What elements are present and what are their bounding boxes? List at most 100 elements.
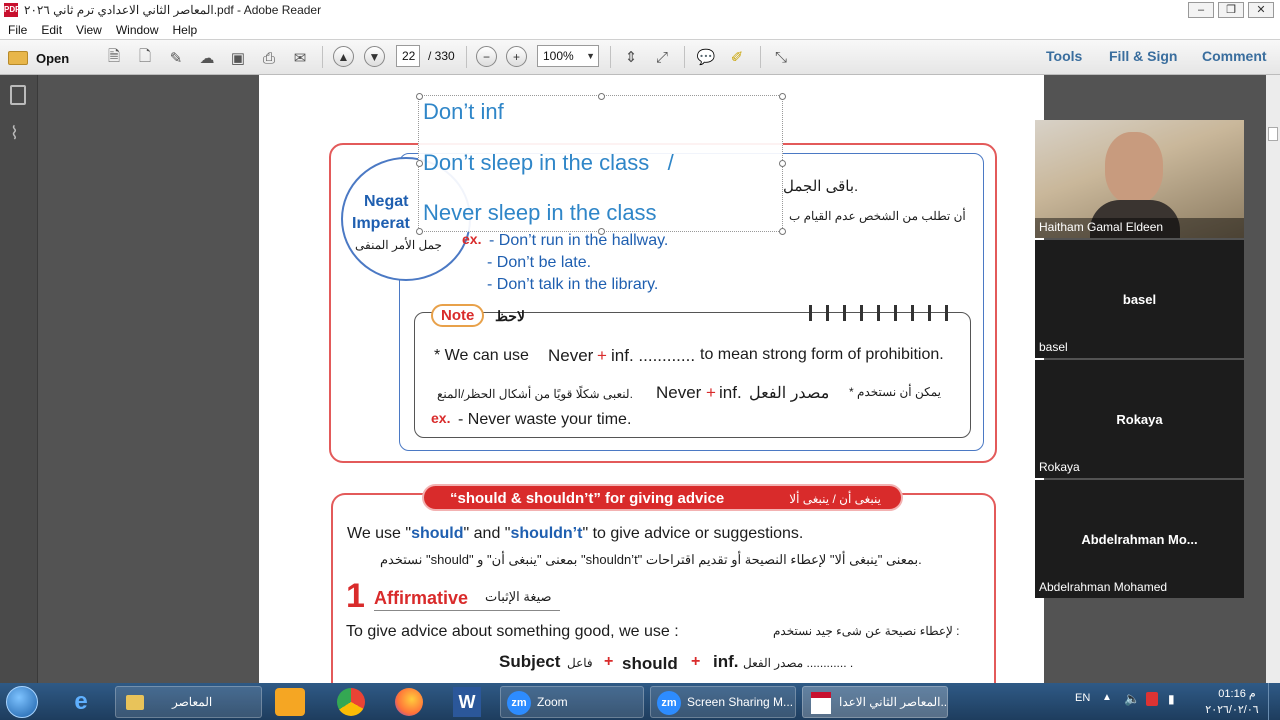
- cloud-upload-icon[interactable]: ☁: [196, 47, 218, 69]
- sticky-note-icon[interactable]: 💬: [695, 46, 717, 68]
- email-icon[interactable]: ✉: [289, 47, 311, 69]
- page-number-input[interactable]: 22: [396, 45, 420, 67]
- highlight-icon[interactable]: ✐: [726, 46, 748, 68]
- export-pdf-icon[interactable]: 🗋: [134, 47, 156, 69]
- example-1: - Don’t run in the hallway.: [489, 232, 669, 249]
- print-icon[interactable]: ⎙: [258, 47, 280, 69]
- pdf-icon: [811, 692, 831, 714]
- tray-expand-icon[interactable]: ▲: [1102, 692, 1112, 703]
- fit-width-icon[interactable]: ⤢: [651, 46, 673, 68]
- scrollbar-thumb[interactable]: [1268, 127, 1278, 141]
- participant-name: Rokaya: [1116, 412, 1163, 427]
- close-button[interactable]: ✕: [1248, 2, 1274, 18]
- resize-handle[interactable]: [779, 160, 786, 167]
- previous-page-icon[interactable]: ▲: [333, 46, 354, 67]
- zoom-select[interactable]: 100% ▼: [537, 45, 599, 67]
- show-desktop-button[interactable]: [1268, 683, 1280, 720]
- next-page-icon[interactable]: ▼: [364, 46, 385, 67]
- note-line2-arabic-1: * يمكن أن نستخدم: [849, 385, 942, 399]
- participant-name: basel: [1122, 292, 1157, 307]
- attachments-icon[interactable]: ⌇: [10, 123, 19, 144]
- taskbar-zoom[interactable]: zm Zoom: [500, 686, 644, 718]
- clock-date[interactable]: ٢٠٢٦/٠٢/٠٦: [1200, 703, 1264, 716]
- chevron-down-icon: ▼: [586, 51, 595, 61]
- notification-icon[interactable]: [1146, 692, 1158, 706]
- note-line2-inf: inf.: [719, 383, 742, 402]
- zoom-icon: zm: [507, 691, 531, 715]
- annotation-textbox[interactable]: Don’t inf Don’t sleep in the class / Nev…: [416, 93, 786, 235]
- formula-should: should: [622, 654, 678, 673]
- page-total: / 330: [428, 49, 455, 63]
- navigation-pane: ⌇: [0, 75, 38, 683]
- banner-title: “should & shouldn’t” for giving advice: [450, 490, 725, 507]
- participant-label: Haitham Gamal Eldeen: [1039, 220, 1164, 234]
- spiral-binding: [809, 305, 959, 321]
- chrome-icon[interactable]: [337, 688, 365, 716]
- menu-bar: File Edit View Window Help: [0, 20, 1280, 39]
- clock-time[interactable]: 01:16 م: [1212, 687, 1262, 700]
- participant-tile[interactable]: Haitham Gamal Eldeen: [1035, 120, 1244, 238]
- title-bar: PDF المعاصر الثاني الاعدادي ترم ثاني ٢٠٢…: [0, 0, 1280, 20]
- comment-button[interactable]: Comment: [1202, 48, 1267, 64]
- resize-handle[interactable]: [598, 228, 605, 235]
- menu-help[interactable]: Help: [173, 23, 198, 37]
- resize-handle[interactable]: [416, 160, 423, 167]
- resize-handle[interactable]: [779, 93, 786, 100]
- use-end: " to give advice or suggestions.: [582, 525, 804, 542]
- media-player-icon[interactable]: [275, 688, 305, 716]
- taskbar-screen-sharing[interactable]: zm Screen Sharing M...: [650, 686, 796, 718]
- taskbar-folder[interactable]: المعاصر: [115, 686, 262, 718]
- resize-handle[interactable]: [416, 228, 423, 235]
- example-3: - Don’t talk in the library.: [487, 276, 659, 293]
- taskbar-pdf[interactable]: المعاصر الثاني الاعدا...: [802, 686, 948, 718]
- open-button[interactable]: Open: [8, 47, 69, 69]
- zoom-out-icon[interactable]: −: [476, 46, 497, 67]
- participant-tile[interactable]: basel basel: [1035, 240, 1244, 358]
- menu-edit[interactable]: Edit: [41, 23, 62, 37]
- resize-handle[interactable]: [598, 93, 605, 100]
- menu-view[interactable]: View: [76, 23, 102, 37]
- arabic-heading: باقى الجمل.: [783, 178, 859, 195]
- language-indicator[interactable]: EN: [1075, 692, 1090, 704]
- menu-file[interactable]: File: [8, 23, 27, 37]
- fill-sign-button[interactable]: Fill & Sign: [1109, 48, 1177, 64]
- participant-tile[interactable]: Abdelrahman Mo... Abdelrahman Mohamed: [1035, 480, 1244, 598]
- note-line1-d: to mean strong form of prohibition.: [700, 346, 944, 363]
- note-example: - Never waste your time.: [458, 411, 632, 428]
- minimize-button[interactable]: –: [1188, 2, 1214, 18]
- volume-icon[interactable]: 🔈: [1124, 691, 1140, 707]
- fit-page-icon[interactable]: ⇕: [620, 46, 642, 68]
- zoom-in-icon[interactable]: +: [506, 46, 527, 67]
- expand-icon[interactable]: ⤡: [770, 46, 792, 68]
- word-icon[interactable]: W: [453, 687, 481, 717]
- note-line1-inf: inf. ............: [611, 346, 696, 365]
- participant-label: basel: [1039, 340, 1068, 354]
- participant-tile[interactable]: Rokaya Rokaya: [1035, 360, 1244, 478]
- network-icon[interactable]: ▮: [1168, 692, 1175, 706]
- start-button[interactable]: [6, 686, 38, 718]
- restore-button[interactable]: ❐: [1218, 2, 1244, 18]
- use-mid: " and ": [463, 525, 511, 542]
- note-line2-arabic-2: مصدر الفعل: [749, 385, 830, 402]
- use-shouldnt: shouldn’t: [510, 525, 583, 542]
- use-line-a: We use ": [347, 525, 412, 542]
- example-label: ex.: [462, 231, 482, 247]
- vertical-scrollbar[interactable]: [1266, 75, 1280, 683]
- resize-handle[interactable]: [416, 93, 423, 100]
- folder-icon: [8, 51, 28, 65]
- page-thumbnails-icon[interactable]: [10, 85, 26, 105]
- create-pdf-icon[interactable]: 🗎: [103, 47, 125, 69]
- note-line2-never: Never: [656, 383, 702, 402]
- note-label: Note: [431, 304, 485, 327]
- participant-label: Rokaya: [1039, 460, 1080, 474]
- section-number: 1: [346, 577, 365, 615]
- section-underline: [374, 610, 560, 611]
- firefox-icon[interactable]: [395, 688, 423, 716]
- internet-explorer-icon[interactable]: e: [66, 688, 96, 716]
- edit-pdf-icon[interactable]: ✎: [165, 47, 187, 69]
- menu-window[interactable]: Window: [116, 23, 159, 37]
- resize-handle[interactable]: [779, 228, 786, 235]
- tools-button[interactable]: Tools: [1046, 48, 1082, 64]
- zoom-value: 100%: [543, 49, 574, 63]
- save-icon[interactable]: ▣: [227, 47, 249, 69]
